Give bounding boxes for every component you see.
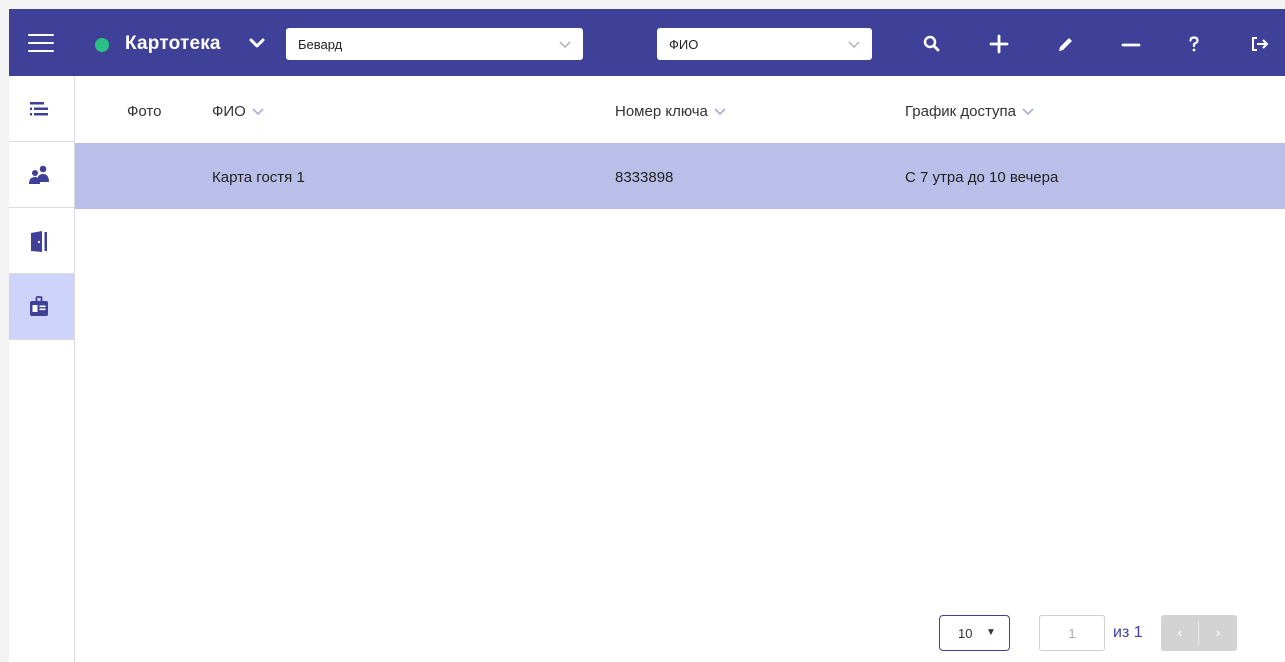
cell-key-number: 8333898 [615, 169, 674, 186]
caret-down-icon: ▼ [986, 627, 996, 638]
page-count-label: из 1 [1113, 624, 1143, 641]
search-icon[interactable] [921, 33, 943, 55]
prev-page-button[interactable]: ‹ [1161, 615, 1199, 651]
help-icon[interactable] [1183, 33, 1205, 55]
column-header-key-number[interactable]: Номер ключа [615, 103, 726, 120]
pencil-icon[interactable] [1055, 33, 1077, 55]
page-number-input[interactable]: 1 [1039, 615, 1105, 651]
sidebar-item-cards[interactable] [9, 274, 74, 340]
cell-name: Карта гостя 1 [212, 169, 305, 186]
column-header-schedule[interactable]: График доступа [905, 103, 1034, 120]
menu-icon[interactable] [28, 34, 54, 52]
page-size-select[interactable]: 10 ▼ [939, 615, 1010, 651]
app-window: Картотека Бевард ФИО Фото ФИО Номер ключ… [9, 9, 1285, 662]
list-icon [30, 102, 48, 116]
page-size-value: 10 [958, 626, 973, 641]
cell-schedule: С 7 утра до 10 вечера [905, 169, 1059, 186]
minus-icon[interactable] [1120, 33, 1142, 55]
logout-icon[interactable] [1249, 33, 1271, 55]
id-badge-icon [30, 296, 48, 316]
chevron-down-icon [559, 41, 571, 49]
table-header: Фото ФИО Номер ключа График доступа [75, 76, 1285, 143]
chevron-down-icon [714, 108, 726, 116]
search-field-select[interactable]: ФИО [657, 28, 872, 60]
column-header-photo: Фото [127, 103, 162, 120]
sidebar-item-list[interactable] [9, 76, 74, 142]
chevron-down-icon [1022, 108, 1034, 116]
building-select[interactable]: Бевард [286, 28, 583, 60]
sidebar [9, 76, 75, 662]
sidebar-item-users[interactable] [9, 142, 74, 208]
status-indicator [95, 38, 109, 52]
pager-buttons: ‹ › [1161, 615, 1237, 651]
chevron-down-icon [848, 41, 860, 49]
next-page-button[interactable]: › [1199, 615, 1237, 651]
table-row[interactable]: Карта гостя 1 8333898 С 7 утра до 10 веч… [75, 143, 1285, 209]
plus-icon[interactable] [988, 33, 1010, 55]
page-title[interactable]: Картотека [125, 33, 221, 55]
chevron-down-icon[interactable] [248, 35, 266, 51]
column-header-name[interactable]: ФИО [212, 103, 264, 120]
building-select-value: Бевард [298, 37, 343, 52]
door-icon [31, 231, 47, 252]
chevron-down-icon [252, 108, 264, 116]
sidebar-item-doors[interactable] [9, 208, 74, 274]
users-icon [29, 165, 49, 184]
search-field-select-value: ФИО [669, 37, 699, 52]
top-bar: Картотека Бевард ФИО [9, 9, 1285, 76]
